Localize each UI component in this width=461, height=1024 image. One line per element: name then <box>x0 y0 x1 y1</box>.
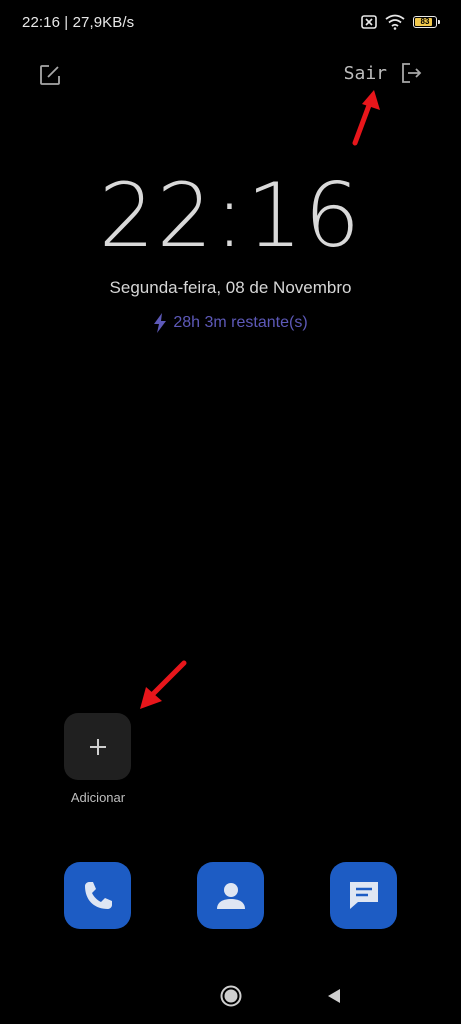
edit-button[interactable] <box>38 63 62 87</box>
home-circle-icon <box>220 985 242 1007</box>
contacts-app-button[interactable] <box>197 862 264 929</box>
clock-date: Segunda-feira, 08 de Novembro <box>109 278 352 297</box>
sim-x-icon <box>361 15 377 29</box>
back-triangle-icon <box>328 989 340 1003</box>
wifi-icon <box>385 14 405 30</box>
annotation-arrow-add <box>140 660 187 709</box>
battery-level: 83 <box>420 17 430 26</box>
exit-label: Sair <box>343 62 387 84</box>
logout-icon <box>402 63 422 83</box>
annotation-arrow-exit <box>352 90 380 146</box>
add-shortcut-button[interactable] <box>64 713 131 780</box>
edit-icon <box>40 65 60 85</box>
plus-icon <box>89 738 106 755</box>
charge-status: 28h 3m restante(s) <box>0 313 461 333</box>
nav-back-button[interactable] <box>325 987 343 1005</box>
status-icons: 83 <box>361 14 440 30</box>
charge-text: 28h 3m restante(s) <box>173 314 308 331</box>
nav-home-button[interactable] <box>219 984 243 1008</box>
lightning-icon <box>154 313 167 333</box>
phone-app-button[interactable] <box>64 862 131 929</box>
add-shortcut-label: Adicionar <box>70 790 126 805</box>
exit-button[interactable]: Sair <box>344 61 423 85</box>
phone-icon <box>84 881 112 909</box>
battery-icon: 83 <box>413 16 440 28</box>
clock-time: 22:16 <box>98 164 363 267</box>
status-time-speed: 22:16 | 27,9KB/s <box>22 14 135 31</box>
contacts-icon <box>216 882 245 909</box>
messages-icon <box>349 881 378 909</box>
messages-app-button[interactable] <box>330 862 397 929</box>
